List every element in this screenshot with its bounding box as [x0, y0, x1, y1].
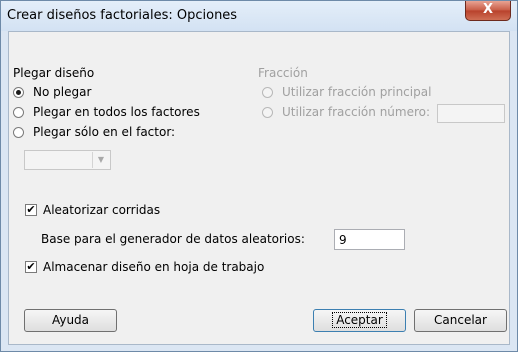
radio-fraction-number-button[interactable] [262, 107, 273, 118]
dialog-title: Crear diseños factoriales: Opciones [7, 8, 238, 23]
factor-select[interactable]: ▼ [24, 150, 111, 170]
close-icon: X [482, 2, 494, 17]
fold-heading: Plegar diseño [13, 66, 95, 80]
seed-label: Base para el generador de datos aleatori… [41, 232, 305, 246]
radio-fold-all-button[interactable] [13, 107, 24, 118]
randomize-label: Aleatorizar corridas [43, 203, 161, 217]
store-checkbox[interactable]: ✔ [25, 261, 37, 273]
radio-fold-factor-button[interactable] [13, 127, 24, 138]
radio-fold-all-label: Plegar en todos los factores [33, 105, 200, 119]
help-button[interactable]: Ayuda [24, 309, 117, 332]
close-button[interactable]: X [465, 1, 511, 21]
cancel-button[interactable]: Cancelar [414, 309, 507, 332]
ok-button-label: Aceptar [332, 312, 387, 328]
seed-input[interactable]: 9 [334, 229, 405, 250]
fraction-number-input[interactable] [437, 104, 505, 123]
fraction-heading: Fracción [258, 66, 308, 80]
radio-fold-factor-label: Plegar sólo en el factor: [33, 125, 176, 139]
radio-no-fold-button[interactable] [13, 87, 24, 98]
radio-fraction-principal-label: Utilizar fracción principal [282, 85, 432, 99]
radio-fraction-principal-button[interactable] [262, 87, 273, 98]
radio-fraction-number-label: Utilizar fracción número: [282, 105, 431, 119]
ok-button[interactable]: Aceptar [313, 309, 406, 332]
store-label: Almacenar diseño en hoja de trabajo [43, 260, 265, 274]
dialog-body: Plegar diseño No plegar Plegar en todos … [8, 31, 510, 345]
chevron-down-icon[interactable]: ▼ [92, 152, 109, 168]
randomize-checkbox[interactable]: ✔ [25, 204, 37, 216]
title-bar: Crear diseños factoriales: Opciones X [1, 1, 517, 31]
dialog-window: Crear diseños factoriales: Opciones X Pl… [0, 0, 518, 352]
radio-no-fold-label: No plegar [33, 85, 92, 99]
